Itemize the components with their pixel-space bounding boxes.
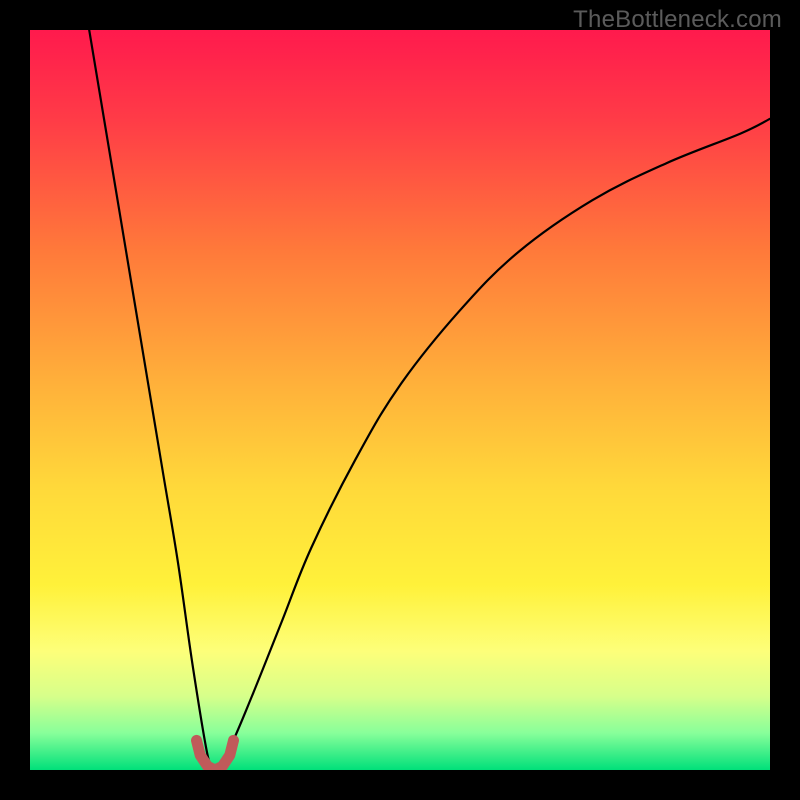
bottleneck-chart (30, 30, 770, 770)
watermark-text: TheBottleneck.com (573, 6, 782, 34)
gradient-background (30, 30, 770, 770)
outer-frame: TheBottleneck.com (0, 0, 800, 800)
